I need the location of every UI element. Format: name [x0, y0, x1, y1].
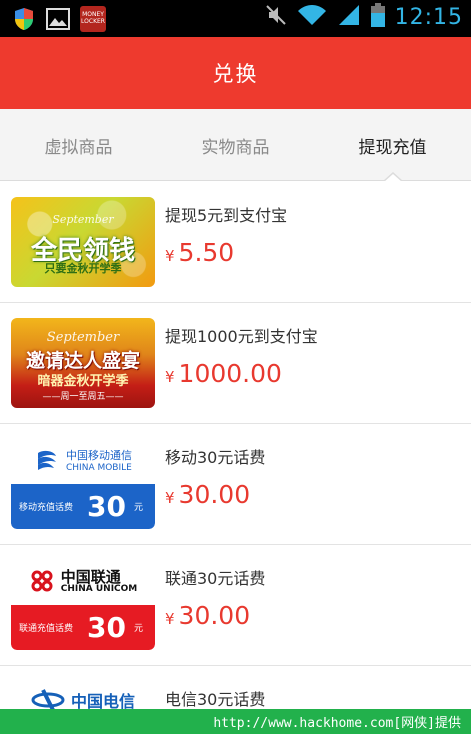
recharge-unit: 元: [133, 503, 143, 513]
item-price: ¥ 1000.00: [165, 359, 282, 388]
recharge-amount: 30: [87, 611, 126, 644]
price-amount: 1000.00: [178, 359, 282, 388]
status-bar: MONEY LOCKER 12:15: [0, 0, 471, 37]
app-bar: 兑换: [0, 37, 471, 109]
list-item[interactable]: September 邀请达人盛宴 暗器金秋开学季 ——周一至周五—— 提现100…: [0, 303, 471, 424]
currency-symbol: ¥: [165, 489, 175, 507]
thumb-caption: September: [46, 330, 120, 345]
tab-virtual-goods[interactable]: 虚拟商品: [0, 109, 157, 181]
list-item[interactable]: September 全民领钱 只要金秋开学季 提现5元到支付宝 ¥ 5.50: [0, 182, 471, 303]
tab-label: 实物商品: [201, 137, 270, 158]
thumb-caption: September: [52, 213, 114, 226]
thumb-headline: 邀请达人盛宴: [25, 350, 140, 372]
item-price: ¥ 30.00: [165, 601, 250, 630]
brand-en: CHINA UNICOM: [60, 584, 138, 594]
tab-label: 虚拟商品: [44, 137, 113, 158]
status-time: 12:15: [394, 4, 463, 30]
item-title: 联通30元话费: [165, 569, 266, 588]
recharge-unit: 元: [133, 624, 143, 634]
price-amount: 30.00: [178, 601, 251, 630]
item-thumbnail: September 全民领钱 只要金秋开学季: [11, 197, 155, 287]
money-locker-icon: MONEY LOCKER: [80, 6, 106, 32]
thumb-subtitle: 暗器金秋开学季: [37, 374, 129, 389]
currency-symbol: ¥: [165, 610, 175, 628]
brand-en: CHINA MOBILE: [66, 463, 132, 473]
watermark-text: http://www.hackhome.com[网侠]提供: [213, 716, 461, 731]
recharge-label: 移动充值话费: [19, 503, 74, 513]
tab-label: 提现充值: [358, 137, 427, 158]
brand-cn: 中国移动通信: [66, 449, 132, 462]
mute-icon: [265, 3, 287, 31]
carrier-logo: 中国联通 CHINA UNICOM: [11, 568, 155, 598]
tab-bar: 虚拟商品 实物商品 提现充值: [0, 109, 471, 182]
price-amount: 5.50: [178, 238, 235, 267]
tab-withdraw-recharge[interactable]: 提现充值: [314, 109, 471, 182]
image-icon: [46, 7, 70, 31]
redeem-list: September 全民领钱 只要金秋开学季 提现5元到支付宝 ¥ 5.50 S…: [0, 182, 471, 726]
item-title: 提现1000元到支付宝: [165, 327, 318, 346]
china-unicom-logo-icon: [29, 568, 55, 598]
currency-symbol: ¥: [165, 368, 175, 386]
brand-cn: 中国联通: [60, 568, 121, 586]
recharge-label: 联通充值话费: [19, 624, 74, 634]
carrier-logo: 中国移动通信 CHINA MOBILE: [11, 447, 155, 477]
recharge-bar: 联通充值话费 30 元: [11, 605, 155, 650]
thumb-footnote: ——周一至周五——: [42, 392, 124, 402]
wifi-icon: [297, 3, 327, 31]
signal-icon: [337, 3, 361, 31]
item-title: 提现5元到支付宝: [165, 206, 288, 225]
shield-icon: [12, 7, 36, 31]
active-tab-indicator-fill: [383, 174, 402, 182]
item-price: ¥ 30.00: [165, 480, 250, 509]
item-thumbnail: 中国联通 CHINA UNICOM 联通充值话费 30 元: [11, 560, 155, 650]
page-title: 兑换: [212, 62, 259, 86]
item-price: ¥ 5.50: [165, 238, 234, 267]
battery-icon: [370, 3, 385, 31]
tab-physical-goods[interactable]: 实物商品: [157, 109, 314, 181]
recharge-amount: 30: [87, 490, 126, 523]
status-bar-notifications: MONEY LOCKER: [12, 6, 106, 32]
item-thumbnail: 中国移动通信 CHINA MOBILE 移动充值话费 30 元: [11, 439, 155, 529]
price-amount: 30.00: [178, 480, 251, 509]
item-thumbnail: September 邀请达人盛宴 暗器金秋开学季 ——周一至周五——: [11, 318, 155, 408]
list-item[interactable]: 中国移动通信 CHINA MOBILE 移动充值话费 30 元 移动30元话费 …: [0, 424, 471, 545]
currency-symbol: ¥: [165, 247, 175, 265]
china-mobile-logo-icon: [34, 447, 60, 477]
status-bar-system: 12:15: [265, 3, 463, 31]
item-title: 移动30元话费: [165, 448, 266, 467]
item-title: 电信30元话费: [165, 690, 266, 709]
list-item[interactable]: 中国联通 CHINA UNICOM 联通充值话费 30 元 联通30元话费 ¥ …: [0, 545, 471, 666]
thumb-subtitle: 只要金秋开学季: [44, 262, 122, 275]
watermark-bar: http://www.hackhome.com[网侠]提供: [0, 709, 471, 734]
recharge-bar: 移动充值话费 30 元: [11, 484, 155, 529]
brand-cn: 中国电信: [70, 692, 135, 711]
